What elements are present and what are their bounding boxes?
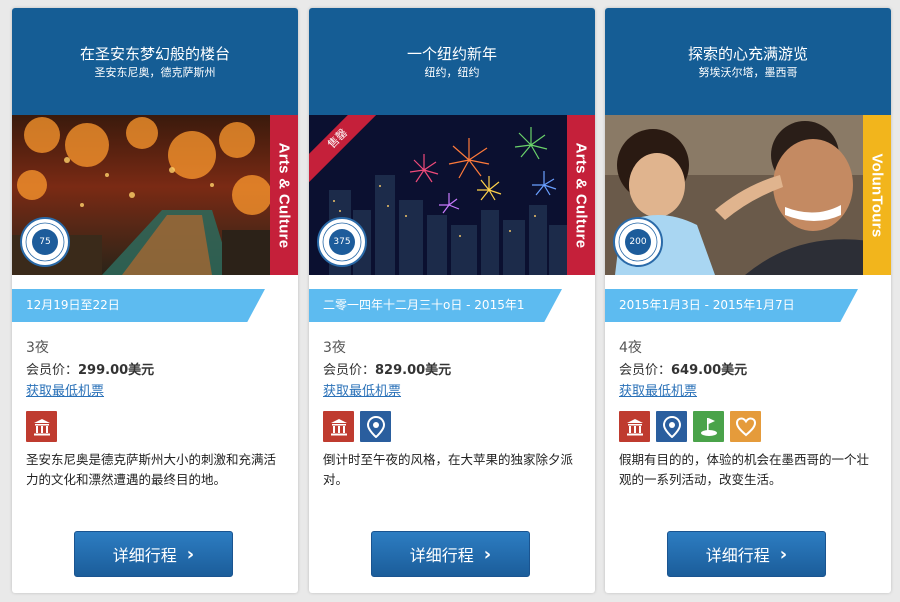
lowest-airfare-link[interactable]: 获取最低机票 [323, 383, 401, 400]
card-header: 一个纽约新年 纽约，纽约 [309, 8, 595, 115]
trip-card-san-antonio: 在圣安东梦幻般的楼台 圣安东尼奥，德克萨斯州 75 Arts & Culture… [12, 8, 298, 593]
chevron-right-icon: › [483, 543, 492, 565]
museum-icon[interactable] [619, 411, 650, 442]
member-price: 会员价：299.00美元 [26, 362, 288, 380]
apply-points-ring [618, 222, 658, 262]
nights-count: 3夜 [26, 340, 49, 356]
trip-card-new-york: 一个纽约新年 纽约，纽约 售罄 375 Arts & Culture 二零一四年… [309, 8, 595, 593]
trip-description: 圣安东尼奥是德克萨斯州大小的刺激和充满活力的文化和漂然遭遇的最终目的地。 [26, 452, 277, 487]
nights-count: 4夜 [619, 340, 642, 356]
date-range: 2015年1月3日 - 2015年1月7日 [605, 289, 858, 322]
card-location: 圣安东尼奥，德克萨斯州 [94, 66, 216, 79]
card-location: 纽约，纽约 [424, 66, 480, 79]
museum-icon[interactable] [323, 411, 354, 442]
card-location: 努埃沃尔塔，墨西哥 [698, 66, 798, 79]
button-label: 详细行程 [112, 546, 177, 565]
lowest-airfare-link[interactable]: 获取最低机票 [26, 383, 104, 400]
activity-icons [26, 411, 288, 442]
activity-icons [619, 411, 881, 442]
activity-icons [323, 411, 585, 442]
itinerary-details-button[interactable]: 详细行程 › [667, 531, 826, 577]
location-pin-icon[interactable] [656, 411, 687, 442]
lowest-airfare-link[interactable]: 获取最低机票 [619, 383, 697, 400]
date-range: 12月19日至22日 [12, 289, 265, 322]
card-body: 3夜 会员价：829.00美元 获取最低机票 倒计时至午夜的风格，在大苹果的独家… [323, 339, 585, 490]
category-label: Arts & Culture [572, 142, 590, 248]
card-title: 一个纽约新年 [406, 45, 497, 63]
price-label: 会员价： [26, 363, 79, 378]
itinerary-details-button[interactable]: 详细行程 › [74, 531, 233, 577]
category-ribbon: Arts & Culture [567, 115, 595, 275]
itinerary-details-button[interactable]: 详细行程 › [371, 531, 530, 577]
card-title: 探索的心充满游览 [687, 45, 808, 63]
date-range: 二零一四年十二月三十o日 - 2015年1 [309, 289, 562, 322]
points-badge: 375 [317, 217, 367, 267]
trip-description: 假期有目的的，体验的机会在墨西哥的一个壮观的一系列活动，改变生活。 [619, 452, 870, 487]
member-price: 会员价：649.00美元 [619, 362, 881, 380]
apply-points-ring [322, 222, 362, 262]
card-header: 探索的心充满游览 努埃沃尔塔，墨西哥 [605, 8, 891, 115]
category-ribbon: VolunTours [863, 115, 891, 275]
price-label: 会员价： [619, 363, 672, 378]
trip-card-puerto-vallarta: 探索的心充满游览 努埃沃尔塔，墨西哥 200 VolunTours 2015年1… [605, 8, 891, 593]
golf-icon[interactable] [693, 411, 724, 442]
button-label: 详细行程 [409, 546, 474, 565]
chevron-right-icon: › [779, 543, 788, 565]
price-value: 649.00美元 [671, 363, 748, 378]
category-ribbon: Arts & Culture [270, 115, 298, 275]
button-label: 详细行程 [705, 546, 770, 565]
points-badge: 200 [613, 217, 663, 267]
apply-points-ring [25, 222, 65, 262]
price-value: 829.00美元 [375, 363, 452, 378]
museum-icon[interactable] [26, 411, 57, 442]
location-pin-icon[interactable] [360, 411, 391, 442]
nights-count: 3夜 [323, 340, 346, 356]
price-label: 会员价： [323, 363, 376, 378]
chevron-right-icon: › [186, 543, 195, 565]
category-label: VolunTours [868, 152, 886, 238]
trip-description: 倒计时至午夜的风格，在大苹果的独家除夕派对。 [323, 452, 574, 487]
heart-icon[interactable] [730, 411, 761, 442]
trip-photo[interactable]: 75 Arts & Culture [12, 115, 298, 275]
card-title: 在圣安东梦幻般的楼台 [79, 45, 230, 63]
price-value: 299.00美元 [78, 363, 155, 378]
category-label: Arts & Culture [275, 142, 293, 248]
member-price: 会员价：829.00美元 [323, 362, 585, 380]
card-body: 3夜 会员价：299.00美元 获取最低机票 圣安东尼奥是德克萨斯州大小的刺激和… [26, 339, 288, 490]
trip-photo[interactable]: 售罄 375 Arts & Culture [309, 115, 595, 275]
card-body: 4夜 会员价：649.00美元 获取最低机票 假期有目的的，体验的机会在墨西哥的… [619, 339, 881, 490]
points-badge: 75 [20, 217, 70, 267]
trip-photo[interactable]: 200 VolunTours [605, 115, 891, 275]
card-header: 在圣安东梦幻般的楼台 圣安东尼奥，德克萨斯州 [12, 8, 298, 115]
